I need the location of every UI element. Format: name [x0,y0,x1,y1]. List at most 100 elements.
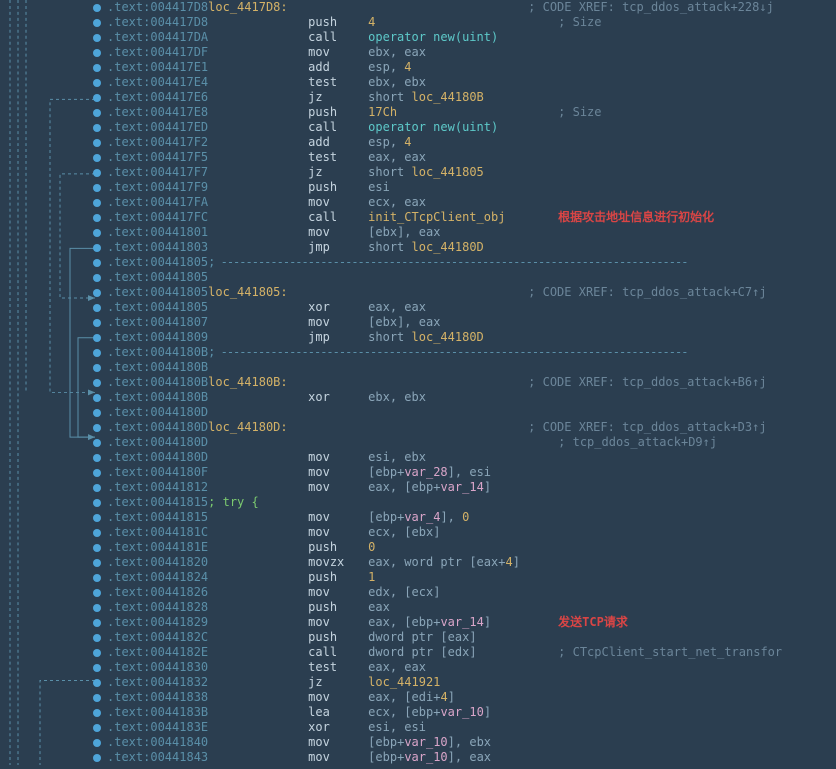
breakpoint-dot[interactable] [93,64,101,72]
breakpoint-dot[interactable] [93,529,101,537]
breakpoint-dot[interactable] [93,199,101,207]
breakpoint-dot[interactable] [93,724,101,732]
breakpoint-dot[interactable] [93,139,101,147]
asm-line[interactable]: .text:0044180D [107,405,836,420]
asm-line[interactable]: .text:00441832 jzloc_441921 [107,675,836,690]
breakpoint-dot[interactable] [93,484,101,492]
breakpoint-dot[interactable] [93,214,101,222]
breakpoint-dot[interactable] [93,739,101,747]
breakpoint-dot[interactable] [93,604,101,612]
asm-line[interactable]: .text:0044180B [107,360,836,375]
asm-line[interactable]: .text:004417E8 push17Ch; Size [107,105,836,120]
breakpoint-dot[interactable] [93,589,101,597]
breakpoint-dot[interactable] [93,259,101,267]
breakpoint-dot[interactable] [93,649,101,657]
asm-line[interactable]: .text:004417F5 testeax, eax [107,150,836,165]
asm-line[interactable]: .text:004417F2 addesp, 4 [107,135,836,150]
asm-line[interactable]: .text:0044180D ; tcp_ddos_attack+D9↑j [107,435,836,450]
asm-line[interactable]: .text:0044180B ; -----------------------… [107,345,836,360]
breakpoint-dot[interactable] [93,124,101,132]
asm-line[interactable]: .text:0044181E push0 [107,540,836,555]
breakpoint-dot[interactable] [93,694,101,702]
asm-line[interactable]: .text:00441815 ; try { [107,495,836,510]
asm-line[interactable]: .text:0044183B leaecx, [ebp+var_10] [107,705,836,720]
asm-line[interactable]: .text:004417E1 addesp, 4 [107,60,836,75]
asm-line[interactable]: .text:0044182E calldword ptr [edx] ; CTc… [107,645,836,660]
asm-line[interactable]: .text:004417FA movecx, eax [107,195,836,210]
breakpoint-dot[interactable] [93,619,101,627]
asm-line[interactable]: .text:004417D8 loc_4417D8:; CODE XREF: t… [107,0,836,15]
asm-line[interactable]: .text:004417DA calloperator new(uint) [107,30,836,45]
asm-line[interactable]: .text:00441829 moveax, [ebp+var_14]发送TCP… [107,615,836,630]
breakpoint-dot[interactable] [93,544,101,552]
asm-line[interactable]: .text:004417E4 testebx, ebx [107,75,836,90]
breakpoint-dot[interactable] [93,304,101,312]
asm-line[interactable]: .text:004417FC callinit_CTcpClient_obj根据… [107,210,836,225]
asm-line[interactable]: .text:004417F9 pushesi [107,180,836,195]
breakpoint-dot[interactable] [93,184,101,192]
asm-line[interactable]: .text:0044180D movesi, ebx [107,450,836,465]
asm-line[interactable]: .text:0044181C movecx, [ebx] [107,525,836,540]
asm-line[interactable]: .text:004417F7 jzshort loc_441805 [107,165,836,180]
breakpoint-dot[interactable] [93,34,101,42]
breakpoint-dot[interactable] [93,514,101,522]
breakpoint-dot[interactable] [93,574,101,582]
asm-line[interactable]: .text:00441809 jmpshort loc_44180D [107,330,836,345]
asm-line[interactable]: .text:00441807 mov[ebx], eax [107,315,836,330]
code-area[interactable]: .text:004417D8 loc_4417D8:; CODE XREF: t… [105,0,836,765]
breakpoint-dot[interactable] [93,49,101,57]
asm-line[interactable]: .text:00441828 pusheax [107,600,836,615]
asm-line[interactable]: .text:00441805 loc_441805:; CODE XREF: t… [107,285,836,300]
asm-line[interactable]: .text:00441830 testeax, eax [107,660,836,675]
asm-line[interactable]: .text:00441838 moveax, [edi+4] [107,690,836,705]
asm-line[interactable]: .text:00441815 mov[ebp+var_4], 0 [107,510,836,525]
breakpoint-dot[interactable] [93,244,101,252]
asm-line[interactable]: .text:00441812 moveax, [ebp+var_14] [107,480,836,495]
breakpoint-dot[interactable] [93,454,101,462]
asm-line[interactable]: .text:00441803 jmpshort loc_44180D [107,240,836,255]
breakpoint-dot[interactable] [93,94,101,102]
breakpoint-dot[interactable] [93,409,101,417]
breakpoint-dot[interactable] [93,499,101,507]
asm-line[interactable]: .text:0044183E xoresi, esi [107,720,836,735]
breakpoint-dot[interactable] [93,319,101,327]
asm-line[interactable]: .text:00441824 push1 [107,570,836,585]
breakpoint-dot[interactable] [93,634,101,642]
breakpoint-dot[interactable] [93,289,101,297]
breakpoint-dot[interactable] [93,79,101,87]
asm-line[interactable]: .text:00441805 xoreax, eax [107,300,836,315]
asm-line[interactable]: .text:0044180B loc_44180B:; CODE XREF: t… [107,375,836,390]
breakpoint-dot[interactable] [93,559,101,567]
breakpoint-dot[interactable] [93,754,101,762]
asm-line[interactable]: .text:0044180D loc_44180D:; CODE XREF: t… [107,420,836,435]
breakpoint-dot[interactable] [93,169,101,177]
breakpoint-dot[interactable] [93,349,101,357]
asm-line[interactable]: .text:0044180F mov[ebp+var_28], esi [107,465,836,480]
breakpoint-dot[interactable] [93,394,101,402]
asm-line[interactable]: .text:004417ED calloperator new(uint) [107,120,836,135]
breakpoint-dot[interactable] [93,274,101,282]
breakpoint-dot[interactable] [93,364,101,372]
breakpoint-dot[interactable] [93,709,101,717]
asm-line[interactable]: .text:00441805 ; -----------------------… [107,255,836,270]
asm-line[interactable]: .text:004417D8 push4; Size [107,15,836,30]
asm-line[interactable]: .text:0044182C pushdword ptr [eax] [107,630,836,645]
asm-line[interactable]: .text:00441843 mov[ebp+var_10], eax [107,750,836,765]
asm-line[interactable]: .text:00441840 mov[ebp+var_10], ebx [107,735,836,750]
asm-line[interactable]: .text:004417E6 jzshort loc_44180B [107,90,836,105]
breakpoint-dot[interactable] [93,334,101,342]
breakpoint-dot[interactable] [93,679,101,687]
asm-line[interactable]: .text:00441805 [107,270,836,285]
asm-line[interactable]: .text:00441826 movedx, [ecx] [107,585,836,600]
breakpoint-dot[interactable] [93,664,101,672]
asm-line[interactable]: .text:0044180B xorebx, ebx [107,390,836,405]
breakpoint-dot[interactable] [93,229,101,237]
breakpoint-dot[interactable] [93,154,101,162]
breakpoint-dot[interactable] [93,379,101,387]
breakpoint-dot[interactable] [93,4,101,12]
asm-line[interactable]: .text:004417DF movebx, eax [107,45,836,60]
breakpoint-dot[interactable] [93,469,101,477]
asm-line[interactable]: .text:00441820 movzxeax, word ptr [eax+4… [107,555,836,570]
breakpoint-dot[interactable] [93,424,101,432]
breakpoint-dot[interactable] [93,109,101,117]
